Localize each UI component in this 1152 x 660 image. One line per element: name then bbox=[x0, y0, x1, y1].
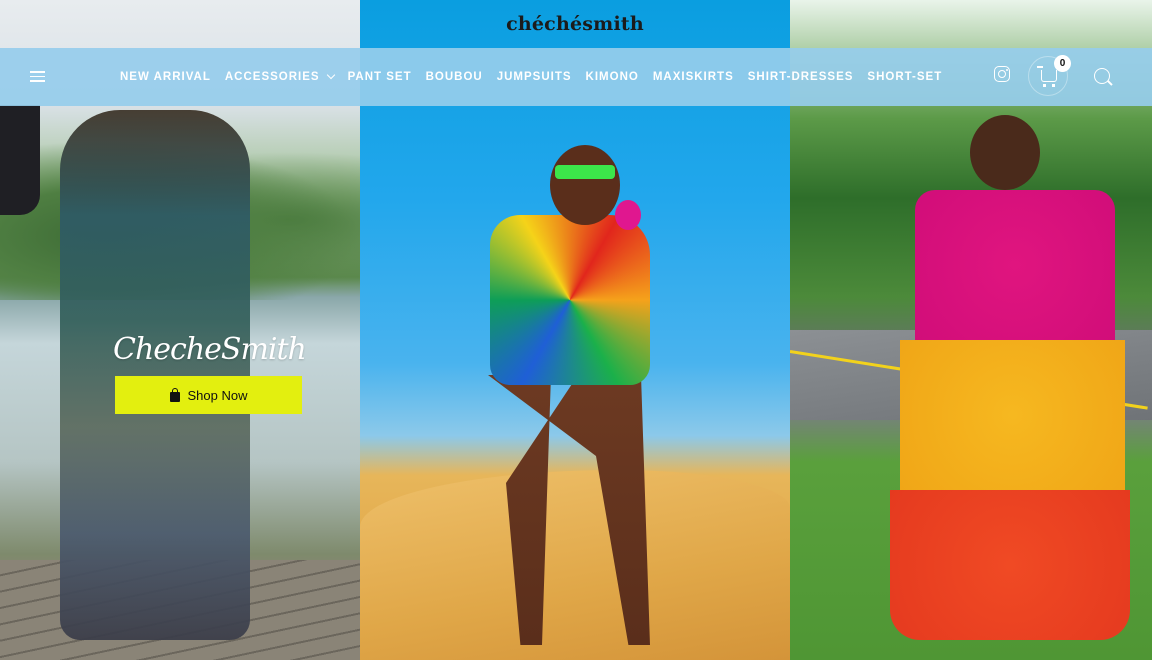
shop-now-label: Shop Now bbox=[187, 387, 248, 403]
jumpsuit-orange-panel bbox=[890, 490, 1130, 640]
chevron-down-icon bbox=[326, 70, 335, 80]
nav-item-accessories[interactable]: ACCESSORIES bbox=[224, 70, 335, 83]
model-jumpsuit-figure bbox=[60, 110, 250, 640]
brand-strip: chéchésmith bbox=[360, 0, 790, 48]
cart-icon bbox=[1037, 66, 1057, 87]
nav-item-maxiskirts[interactable]: MAXISKIRTS bbox=[653, 71, 734, 83]
jumpsuit-yellow-panel bbox=[900, 340, 1125, 490]
green-sunglasses bbox=[555, 165, 615, 179]
model-head bbox=[550, 145, 620, 225]
nav-item-jumpsuits[interactable]: JUMPSUITS bbox=[497, 71, 572, 83]
nav-item-shirt-dresses[interactable]: SHIRT-DRESSES bbox=[748, 71, 854, 83]
instagram-icon[interactable] bbox=[994, 66, 1010, 82]
nav-item-boubou[interactable]: BOUBOU bbox=[426, 71, 483, 83]
menu-icon[interactable] bbox=[30, 68, 50, 86]
pink-earring bbox=[615, 200, 641, 230]
nav-item-kimono[interactable]: KIMONO bbox=[586, 71, 639, 83]
cart-count-badge: 0 bbox=[1054, 55, 1071, 72]
brand-logo[interactable]: chéchésmith bbox=[506, 13, 644, 35]
model-playsuit-figure bbox=[430, 125, 710, 645]
nav-item-new-arrival[interactable]: NEW ARRIVAL bbox=[120, 71, 211, 83]
shop-now-button[interactable]: Shop Now bbox=[115, 376, 302, 414]
nav-item-short-set[interactable]: SHORT-SET bbox=[867, 71, 942, 83]
umbrella bbox=[0, 105, 40, 215]
nav-links: NEW ARRIVAL ACCESSORIES PANT SET BOUBOU … bbox=[120, 48, 942, 106]
model-head bbox=[970, 115, 1040, 190]
bag-icon bbox=[169, 387, 180, 402]
hero-script-logo: ChecheSmith bbox=[113, 332, 307, 367]
search-icon[interactable] bbox=[1094, 68, 1110, 84]
model-legs bbox=[488, 375, 650, 645]
model-playsuit bbox=[490, 215, 650, 385]
main-nav: NEW ARRIVAL ACCESSORIES PANT SET BOUBOU … bbox=[0, 48, 1152, 106]
jumpsuit-pink-panel bbox=[915, 190, 1115, 340]
nav-item-label: ACCESSORIES bbox=[224, 71, 320, 83]
nav-item-pant-set[interactable]: PANT SET bbox=[348, 71, 412, 83]
model-colorblock-figure bbox=[890, 115, 1140, 650]
